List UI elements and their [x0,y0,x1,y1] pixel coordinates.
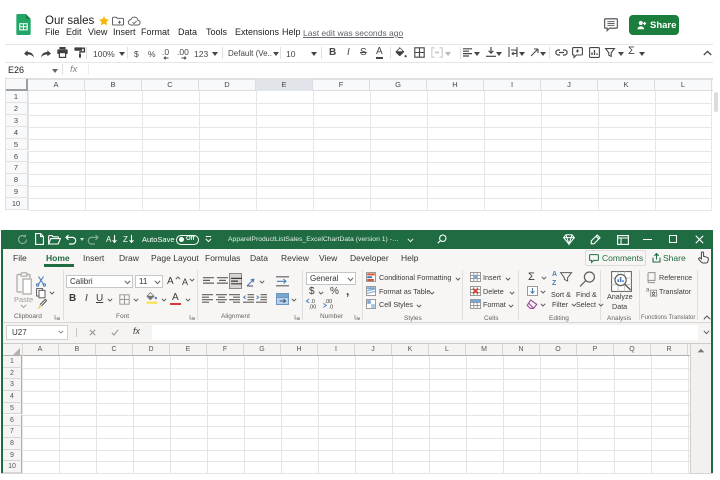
svg-text:a: a [646,288,650,294]
svg-text:.00: .00 [309,304,317,310]
svg-text:.0: .0 [329,304,334,310]
